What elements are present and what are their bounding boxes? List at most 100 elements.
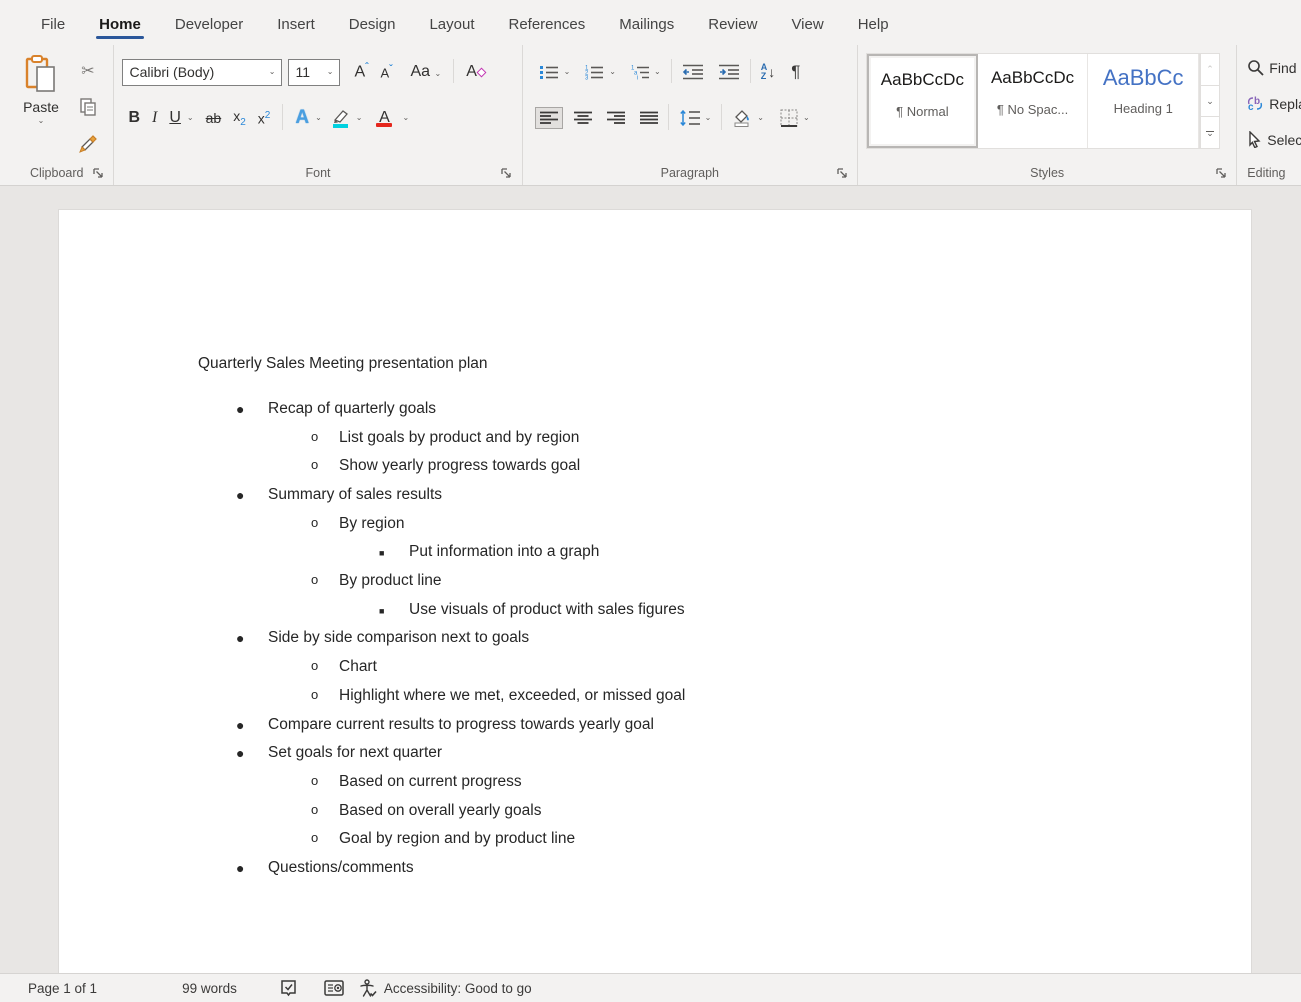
list-item: oShow yearly progress towards goal <box>339 455 580 477</box>
svg-text:3: 3 <box>585 76 589 81</box>
style-no-spacing[interactable]: AaBbCcDc ¶ No Spac... <box>978 54 1089 148</box>
show-formatting-button[interactable]: ¶ <box>787 59 804 85</box>
style-normal[interactable]: AaBbCcDc ¶ Normal <box>867 54 978 148</box>
align-right-button[interactable] <box>603 108 629 128</box>
chevron-down-icon[interactable]: ⌄ <box>402 114 409 122</box>
align-left-button[interactable] <box>535 107 563 129</box>
bullet-marker: ● <box>236 627 244 649</box>
svg-text:i: i <box>637 76 638 81</box>
list-item: ●Compare current results to progress tow… <box>268 714 654 736</box>
numbering-button[interactable]: 123 ⌄ <box>580 61 620 83</box>
font-size-select[interactable]: 11 ⌄ <box>288 59 340 86</box>
list-item: ●Summary of sales results <box>268 484 442 506</box>
chevron-down-icon[interactable]: ⌄ <box>315 114 322 122</box>
justify-button[interactable] <box>636 108 662 128</box>
accessibility-status-button[interactable]: Accessibility: Good to go <box>358 979 532 998</box>
proofing-status-button[interactable] <box>279 979 298 998</box>
tab-developer[interactable]: Developer <box>158 6 260 45</box>
styles-dialog-launcher[interactable] <box>1214 166 1228 180</box>
proofing-book-icon <box>279 979 298 998</box>
font-color-button[interactable]: A <box>370 108 398 129</box>
bullet-marker: ● <box>236 742 244 764</box>
highlight-button[interactable] <box>330 108 352 128</box>
bullet-marker: o <box>311 799 318 821</box>
increase-indent-button[interactable] <box>714 61 744 83</box>
align-center-button[interactable] <box>570 108 596 128</box>
shrink-font-button[interactable]: Aˇ <box>374 62 398 82</box>
chevron-down-icon[interactable]: ⌄ <box>38 117 45 125</box>
tab-design[interactable]: Design <box>332 6 413 45</box>
style-name: ¶ No Spac... <box>978 102 1088 117</box>
chevron-down-icon[interactable]: ⌄ <box>356 114 363 122</box>
styles-more-button[interactable]: ⌄ <box>1201 117 1219 148</box>
text-effects-button[interactable]: A <box>289 105 315 131</box>
styles-scroll-up-button[interactable]: ⌃ <box>1201 54 1219 86</box>
bullet-marker: ■ <box>379 600 384 622</box>
style-heading-1[interactable]: AaBbCc Heading 1 <box>1088 54 1199 148</box>
underline-button[interactable]: U <box>163 107 187 129</box>
paste-label: Paste <box>23 99 59 115</box>
format-painter-button[interactable] <box>74 129 102 157</box>
editor-panel-icon <box>324 979 344 997</box>
find-button[interactable]: Find <box>1247 59 1296 76</box>
sort-button[interactable]: AZ ↓ <box>757 60 780 84</box>
tab-references[interactable]: References <box>492 6 603 45</box>
replace-button[interactable]: b c Replace <box>1247 95 1301 112</box>
document-title: Quarterly Sales Meeting presentation pla… <box>198 353 488 375</box>
clipboard-dialog-launcher[interactable] <box>91 166 105 180</box>
chevron-down-icon: ⌄ <box>757 114 764 122</box>
font-dialog-launcher[interactable] <box>500 166 514 180</box>
tab-view[interactable]: View <box>774 6 840 45</box>
document-page[interactable]: Quarterly Sales Meeting presentation pla… <box>58 209 1252 973</box>
page-indicator[interactable]: Page 1 of 1 <box>28 981 97 996</box>
strikethrough-button[interactable]: ab <box>200 108 228 128</box>
line-spacing-button[interactable]: ⌄ <box>675 107 716 129</box>
font-group: Calibri (Body) ⌄ 11 ⌄ Aˆ Aˇ Aa ⌄ A B I U… <box>114 45 522 185</box>
clear-formatting-button[interactable]: A <box>460 61 491 83</box>
format-painter-icon <box>79 134 98 153</box>
chevron-down-icon: ⌄ <box>803 114 810 122</box>
bold-button[interactable]: B <box>122 107 146 129</box>
paragraph-dialog-launcher[interactable] <box>835 166 849 180</box>
tab-insert[interactable]: Insert <box>260 6 332 45</box>
styles-scroll-down-button[interactable]: ⌄ <box>1201 86 1219 118</box>
chevron-down-icon: ⌄ <box>327 68 334 76</box>
tab-mailings[interactable]: Mailings <box>602 6 691 45</box>
style-sample: AaBbCc <box>1088 65 1198 91</box>
select-button[interactable]: Select <box>1247 131 1301 148</box>
editor-panel-button[interactable] <box>324 979 344 997</box>
font-name-value: Calibri (Body) <box>129 64 214 80</box>
change-case-button[interactable]: Aa ⌄ <box>405 61 448 83</box>
decrease-indent-button[interactable] <box>678 61 708 83</box>
bullet-marker: o <box>311 655 318 677</box>
chevron-down-icon: ⌄ <box>705 114 712 122</box>
list-item: ●Questions/comments <box>268 857 414 879</box>
italic-button[interactable]: I <box>146 107 163 129</box>
bullets-button[interactable]: ⌄ <box>535 61 575 83</box>
tab-review[interactable]: Review <box>691 6 774 45</box>
borders-button[interactable]: ⌄ <box>776 106 814 130</box>
copy-button[interactable] <box>74 93 102 121</box>
grow-font-button[interactable]: Aˆ <box>348 60 374 83</box>
tab-file[interactable]: File <box>24 6 82 45</box>
superscript-button[interactable]: x2 <box>252 108 277 129</box>
tab-home[interactable]: Home <box>82 6 158 45</box>
tab-help[interactable]: Help <box>841 6 906 45</box>
cut-button[interactable]: ✂ <box>74 57 102 85</box>
list-item: ●Recap of quarterly goals <box>268 398 436 420</box>
subscript-button[interactable]: x2 <box>227 106 252 130</box>
shading-button[interactable]: ⌄ <box>728 106 768 130</box>
scissors-icon: ✂ <box>81 61 94 81</box>
list-item: oBased on current progress <box>339 771 522 793</box>
paste-button[interactable]: Paste ⌄ <box>14 55 68 175</box>
ribbon-tab-bar: File Home Developer Insert Design Layout… <box>0 0 1301 45</box>
borders-icon <box>780 109 798 127</box>
paragraph-group: ⌄ 123 ⌄ 1ai ⌄ <box>523 45 858 185</box>
font-name-select[interactable]: Calibri (Body) ⌄ <box>122 59 282 86</box>
multilevel-list-button[interactable]: 1ai ⌄ <box>626 61 665 83</box>
align-right-icon <box>607 111 625 125</box>
word-count[interactable]: 99 words <box>182 981 237 996</box>
chevron-down-icon[interactable]: ⌄ <box>187 114 194 122</box>
font-size-value: 11 <box>295 64 310 80</box>
tab-layout[interactable]: Layout <box>412 6 491 45</box>
